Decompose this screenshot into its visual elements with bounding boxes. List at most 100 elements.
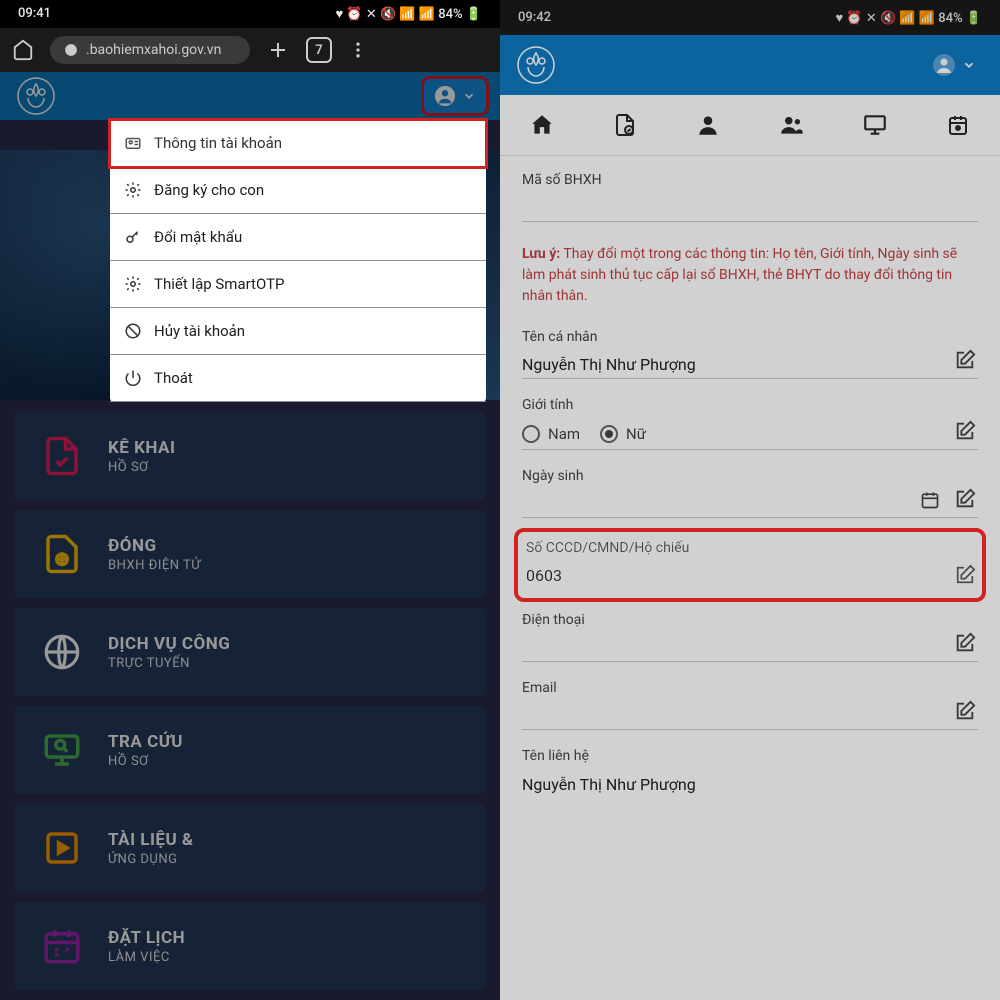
card-subtitle: HỒ SƠ [108,460,175,475]
calendar-icon[interactable] [920,490,942,512]
nav-desktop-icon[interactable] [859,109,891,141]
field-gender: Giới tính Nam Nữ [522,397,978,450]
app-header [0,72,500,120]
menu-cards: KÊ KHAI HỒ SƠ ĐÓNG BHXH ĐIỆN TỬ DỊCH VỤ … [0,402,500,1000]
field-value [522,490,978,518]
plus-icon[interactable] [266,38,290,62]
radio-icon [600,425,618,443]
card-dong[interactable]: ĐÓNG BHXH ĐIỆN TỬ [14,510,486,598]
menu-item-register-child[interactable]: Đăng ký cho con [110,167,486,214]
nav-doc-icon[interactable] [609,109,641,141]
menu-item-label: Đăng ký cho con [154,181,264,199]
field-value: 0603 [526,562,974,590]
status-icons: ♥ ⏰ ✕ 🔇 📶 📶 84% 🔋 [335,6,482,22]
status-bar: 09:41 ♥ ⏰ ✕ 🔇 📶 📶 84% 🔋 [0,0,500,28]
field-label: Giới tính [522,397,978,413]
field-bhxh: Mã số BHXH [522,172,978,222]
card-title: ĐẶT LỊCH [108,928,185,948]
card-tai-lieu[interactable]: TÀI LIỆU & ỨNG DỤNG [14,804,486,892]
menu-item-label: Thoát [154,369,193,387]
edit-icon[interactable] [954,564,978,588]
field-name: Tên cá nhân Nguyễn Thị Như Phượng [522,329,978,379]
nav-calendar-icon[interactable] [942,109,974,141]
radio-female[interactable]: Nữ [600,425,646,443]
browser-bar: .baohiemxahoi.gov.vn 7 [0,28,500,73]
warning-text: Lưu ý: Thay đổi một trong các thông tin:… [522,240,978,311]
card-title: KÊ KHAI [108,438,175,458]
radio-male[interactable]: Nam [522,425,580,443]
menu-item-label: Hủy tài khoản [154,322,245,340]
play-icon [38,824,86,872]
field-value: Nguyễn Thị Như Phượng [522,770,978,798]
nav-home-icon[interactable] [526,109,558,141]
menu-item-cancel-account[interactable]: Hủy tài khoản [110,308,486,355]
field-email: Email [522,680,978,730]
field-id-number: Số CCCD/CMND/Hộ chiếu 0603 [522,536,978,594]
user-dropdown-menu: Thông tin tài khoản Đăng ký cho con Đổi … [110,120,486,402]
menu-item-smart-otp[interactable]: Thiết lập SmartOTP [110,261,486,308]
card-dat-lich[interactable]: ĐẶT LỊCH LÀM VIỆC [14,902,486,990]
screen-left: 09:41 ♥ ⏰ ✕ 🔇 📶 📶 84% 🔋 .baohiemxahoi.go… [0,0,500,1000]
menu-item-change-password[interactable]: Đổi mật khẩu [110,214,486,261]
card-subtitle: LÀM VIỆC [108,950,185,965]
menu-dots-icon[interactable] [348,40,368,60]
user-menu-button[interactable] [424,79,486,113]
edit-icon[interactable] [954,700,978,724]
monitor-icon [38,726,86,774]
app-header [500,35,1000,95]
edit-icon[interactable] [954,349,978,373]
nav-users-icon[interactable] [776,109,808,141]
field-label: Điện thoại [522,612,978,628]
gear-icon [124,275,142,293]
field-label: Tên liên hệ [522,748,978,764]
card-title: ĐÓNG [108,536,201,556]
menu-item-label: Thiết lập SmartOTP [154,275,285,293]
card-title: TÀI LIỆU & [108,830,194,850]
card-ke-khai[interactable]: KÊ KHAI HỒ SƠ [14,412,486,500]
pay-icon [38,530,86,578]
field-value: Nguyễn Thị Như Phượng [522,351,978,379]
card-subtitle: HỒ SƠ [108,754,183,769]
logo-icon[interactable] [14,74,58,118]
user-menu-button[interactable] [922,47,986,83]
url-bar[interactable]: .baohiemxahoi.gov.vn [50,36,250,64]
gear-icon [124,181,142,199]
url-text: .baohiemxahoi.gov.vn [86,42,221,58]
screen-right: 09:42 ♥ ⏰ ✕ 🔇 📶 📶 84% 🔋 [500,0,1000,1000]
nav-icons [500,95,1000,156]
status-bar: 09:42 ♥ ⏰ ✕ 🔇 📶 📶 84% 🔋 [500,0,1000,35]
key-icon [124,228,142,246]
logo-icon[interactable] [514,43,558,87]
globe-icon [38,628,86,676]
menu-item-account-info[interactable]: Thông tin tài khoản [110,120,486,167]
card-tra-cuu[interactable]: TRA CỨU HỒ SƠ [14,706,486,794]
menu-item-label: Thông tin tài khoản [154,134,282,152]
tab-count[interactable]: 7 [306,37,332,63]
field-dob: Ngày sinh [522,468,978,518]
card-subtitle: ỨNG DỤNG [108,852,194,867]
card-subtitle: BHXH ĐIỆN TỬ [108,558,201,573]
card-dich-vu[interactable]: DỊCH VỤ CÔNG TRỰC TUYẾN [14,608,486,696]
field-value [522,634,978,662]
id-card-icon [124,134,142,152]
edit-icon[interactable] [954,420,978,444]
cancel-icon [124,322,142,340]
field-contact-name: Tên liên hệ Nguyễn Thị Như Phượng [522,748,978,798]
menu-item-logout[interactable]: Thoát [110,355,486,402]
home-icon[interactable] [12,39,34,61]
edit-icon[interactable] [954,488,978,512]
field-label: Mã số BHXH [522,172,978,188]
card-title: TRA CỨU [108,732,183,752]
field-label: Tên cá nhân [522,329,978,345]
menu-item-label: Đổi mật khẩu [154,228,242,246]
clock: 09:41 [18,6,51,21]
status-icons: ♥ ⏰ ✕ 🔇 📶 📶 84% 🔋 [835,10,982,26]
radio-icon [522,425,540,443]
nav-user-icon[interactable] [692,109,724,141]
field-phone: Điện thoại [522,612,978,662]
clock: 09:42 [518,10,551,25]
field-value [522,194,978,222]
edit-icon[interactable] [954,632,978,656]
field-label: Email [522,680,978,696]
power-icon [124,369,142,387]
